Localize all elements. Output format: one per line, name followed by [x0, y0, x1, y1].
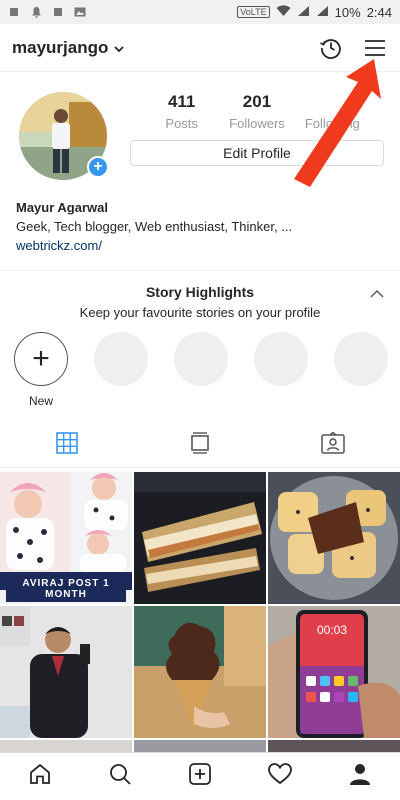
feed-list-icon — [190, 432, 210, 459]
add-story-button[interactable]: + — [87, 156, 109, 178]
nav-new-post[interactable] — [160, 753, 240, 800]
tab-grid[interactable] — [0, 424, 133, 467]
photo-grid: AVIRAJ POST 1 MONTH 00:03 — [0, 472, 400, 756]
signal-icon-2 — [316, 5, 329, 20]
bottom-navigation — [0, 752, 400, 800]
photo — [268, 472, 400, 604]
grid-photo-phone[interactable]: 00:03 — [268, 606, 400, 738]
notification-square-icon — [52, 6, 64, 18]
profile-tabs — [0, 424, 400, 468]
nav-search[interactable] — [80, 753, 160, 800]
photo: 00:03 — [268, 606, 400, 738]
grid-photo-sandwich[interactable] — [134, 472, 266, 604]
photo — [134, 472, 266, 604]
phone-clock: 00:03 — [317, 623, 347, 637]
posts-stat[interactable]: 411 Posts — [144, 92, 219, 131]
hamburger-menu-icon[interactable] — [362, 35, 388, 61]
post-caption-overlay: AVIRAJ POST 1 MONTH — [6, 576, 126, 602]
story-highlights-subtitle: Keep your favourite stories on your prof… — [79, 305, 321, 320]
battery-percent: 10% — [334, 4, 361, 20]
wifi-icon — [276, 4, 291, 20]
photo — [134, 606, 266, 738]
following-label: Following — [304, 116, 360, 131]
story-highlights-title: Story Highlights — [145, 284, 255, 300]
tab-tagged[interactable] — [267, 424, 400, 467]
signal-icon — [297, 5, 310, 20]
nav-home[interactable] — [0, 753, 80, 800]
website-link[interactable]: webtrickz.com/ — [16, 236, 386, 255]
divider — [0, 270, 400, 271]
story-highlights-row: + New — [14, 332, 400, 408]
volte-badge: VoLTE — [237, 6, 270, 18]
display-name: Mayur Agarwal — [16, 200, 108, 215]
account-switcher[interactable]: mayurjango — [12, 38, 124, 58]
profile-header: + 411 Posts 201 Followers Following Edit… — [0, 86, 400, 186]
profile-person-icon — [348, 762, 372, 791]
followers-stat[interactable]: 201 Followers — [219, 92, 294, 131]
grid-photo-ice-cream[interactable] — [134, 606, 266, 738]
highlight-placeholder — [334, 332, 388, 408]
grid-photo-man-selfie[interactable] — [0, 606, 132, 738]
nav-profile[interactable] — [320, 753, 400, 800]
posts-count: 411 — [167, 92, 196, 111]
tab-feed-list[interactable] — [133, 424, 266, 467]
highlight-placeholder — [174, 332, 228, 408]
highlight-placeholder — [254, 332, 308, 408]
heart-icon — [268, 763, 292, 790]
chevron-up-icon[interactable] — [370, 286, 384, 300]
plus-icon: + — [14, 332, 68, 386]
posts-label: Posts — [165, 116, 198, 131]
new-highlight-label: New — [28, 394, 53, 408]
notification-square-icon — [8, 6, 20, 18]
search-icon — [108, 762, 132, 791]
grid-photo-dessert[interactable] — [268, 472, 400, 604]
image-icon — [74, 6, 86, 18]
followers-label: Followers — [229, 116, 285, 131]
profile-stats: 411 Posts 201 Followers Following — [130, 92, 384, 131]
bio-text: Geek, Tech blogger, Web enthusiast, Thin… — [16, 219, 293, 234]
plus-square-icon — [188, 762, 212, 791]
status-bar: VoLTE 10% 2:44 — [0, 0, 400, 24]
grid-icon — [55, 432, 78, 459]
tagged-person-icon — [321, 431, 346, 459]
followers-count: 201 — [242, 92, 272, 111]
highlight-placeholder — [94, 332, 148, 408]
photo — [0, 606, 132, 738]
following-stat[interactable]: Following — [295, 92, 370, 131]
profile-top-bar: mayurjango — [0, 24, 400, 72]
new-highlight[interactable]: + New — [14, 332, 68, 408]
username-label: mayurjango — [12, 37, 109, 57]
chevron-down-icon — [114, 38, 124, 58]
archive-history-icon[interactable] — [318, 35, 344, 61]
clock: 2:44 — [366, 4, 392, 20]
grid-photo-baby-collage[interactable]: AVIRAJ POST 1 MONTH — [0, 472, 132, 604]
edit-profile-button[interactable]: Edit Profile — [130, 140, 384, 166]
following-count — [295, 92, 370, 112]
bell-icon — [30, 6, 42, 18]
story-highlights-header: Story Highlights Keep your favourite sto… — [0, 284, 400, 320]
profile-bio: Mayur Agarwal Geek, Tech blogger, Web en… — [16, 198, 386, 255]
nav-activity[interactable] — [240, 753, 320, 800]
home-icon — [28, 762, 52, 791]
